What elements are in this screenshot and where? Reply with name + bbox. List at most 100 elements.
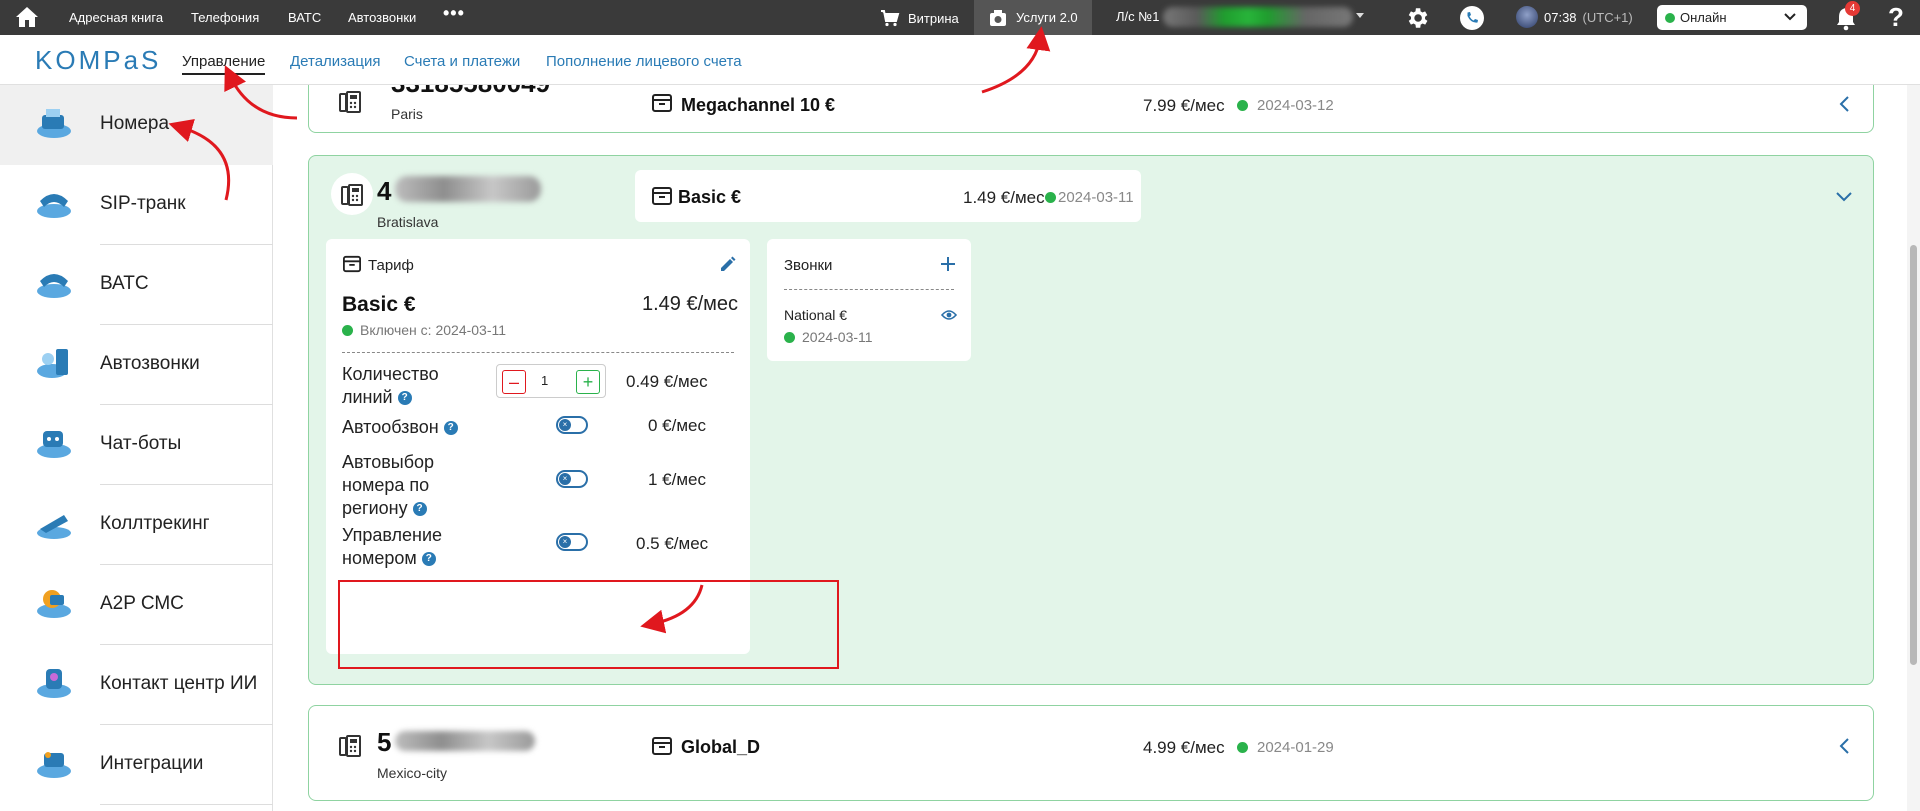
option-price: 0 €/мес bbox=[648, 416, 706, 435]
chevron-down-icon[interactable] bbox=[1835, 191, 1853, 203]
settings-icon[interactable] bbox=[1404, 5, 1430, 34]
autodial-toggle[interactable]: × bbox=[556, 416, 588, 434]
tab-invoices[interactable]: Счета и платежи bbox=[404, 53, 520, 70]
number-card-mexico[interactable]: 5 Mexico-city Global_D 4.99 €/мес 2024-0… bbox=[308, 705, 1874, 801]
nav-address-book[interactable]: Адресная книга bbox=[69, 10, 163, 25]
option-region-label: Автовыбор номера по региону ? bbox=[342, 451, 434, 520]
scrollbar-thumb[interactable] bbox=[1910, 245, 1917, 665]
nav-telephony[interactable]: Телефония bbox=[191, 10, 259, 25]
time: 07:38 bbox=[1544, 9, 1577, 25]
tab-management[interactable]: Управление bbox=[182, 53, 266, 75]
chevron-left-icon[interactable] bbox=[1838, 95, 1850, 113]
help-icon[interactable]: ? bbox=[397, 391, 412, 406]
region-toggle[interactable]: × bbox=[556, 470, 588, 488]
sidebar-item-integrations[interactable]: Интеграции bbox=[0, 725, 273, 805]
phone-number-icon bbox=[339, 735, 361, 757]
nav-vats[interactable]: ВАТС bbox=[288, 10, 321, 25]
sidebar-item-a2p-sms[interactable]: A2P СМС bbox=[0, 565, 273, 645]
highlight-box bbox=[338, 580, 839, 669]
number-card-paris[interactable]: 33185580049 Paris Megachannel 10 € 7.99 … bbox=[308, 85, 1874, 133]
sms-icon bbox=[34, 583, 74, 628]
edit-pencil-icon[interactable] bbox=[719, 255, 737, 273]
sidebar-item-label: A2P СМС bbox=[100, 593, 184, 614]
active-dot-icon bbox=[784, 332, 795, 343]
sidebar-item-calltracking[interactable]: Коллтрекинг bbox=[0, 485, 273, 565]
nav-autocalls[interactable]: Автозвонки bbox=[348, 10, 416, 25]
services-icon bbox=[990, 9, 1006, 26]
help-icon[interactable]: ? bbox=[421, 552, 436, 567]
tariff-panel-header: Тариф bbox=[368, 257, 414, 274]
active-dot-icon bbox=[1237, 742, 1248, 753]
eye-icon[interactable] bbox=[941, 308, 957, 322]
svg-text:?: ? bbox=[1888, 2, 1904, 30]
sidebar-item-vats[interactable]: ВАТС bbox=[0, 245, 273, 325]
sidebar-item-numbers[interactable]: Номера bbox=[0, 85, 273, 165]
home-icon[interactable] bbox=[14, 5, 40, 32]
timezone: (UTC+1) bbox=[1582, 9, 1633, 25]
option-label-line: номером bbox=[342, 548, 417, 568]
online-dot-icon bbox=[1665, 12, 1675, 23]
account-number[interactable]: Л/с №1 bbox=[1116, 9, 1159, 24]
active-dot-icon bbox=[342, 325, 353, 336]
avatar[interactable] bbox=[1516, 6, 1538, 28]
scrollbar[interactable] bbox=[1907, 85, 1920, 811]
sidebar-item-label: Интеграции bbox=[100, 753, 204, 774]
logo[interactable]: KOMPaS bbox=[35, 45, 161, 76]
phone-icon[interactable] bbox=[1459, 5, 1485, 34]
enabled-since: Включен с: 2024-03-11 bbox=[360, 322, 507, 338]
chevron-left-icon[interactable] bbox=[1838, 737, 1850, 755]
toggle-off-icon: × bbox=[559, 419, 571, 431]
phone-number: 33185580049 bbox=[391, 85, 550, 99]
increment-button[interactable]: + bbox=[576, 370, 600, 394]
help-icon[interactable]: ? bbox=[443, 421, 458, 436]
more-menu-button[interactable]: ••• bbox=[443, 3, 465, 24]
tariff-name: Megachannel 10 € bbox=[681, 95, 836, 115]
main-content: 33185580049 Paris Megachannel 10 € 7.99 … bbox=[274, 85, 1900, 811]
help-icon[interactable]: ? bbox=[1886, 2, 1906, 33]
status-select[interactable]: Онлайн bbox=[1657, 5, 1807, 30]
divider bbox=[100, 804, 273, 805]
account-dropdown-icon[interactable] bbox=[1356, 13, 1364, 18]
tariff-summary: Basic € 1.49 €/мес 2024-03-11 bbox=[635, 170, 1141, 222]
option-label-line: Автовыбор bbox=[342, 452, 435, 472]
tab-details[interactable]: Детализация bbox=[290, 53, 381, 70]
sidebar-item-ai-contact-center[interactable]: Контакт центр ИИ bbox=[0, 645, 273, 725]
clock: 07:38 (UTC+1) bbox=[1516, 6, 1633, 28]
city: Paris bbox=[391, 106, 423, 122]
tariff-box-icon bbox=[652, 94, 672, 112]
phone-number-icon bbox=[339, 91, 361, 113]
sidebar-item-label: Контакт центр ИИ bbox=[100, 673, 258, 694]
tariff-panel-name: Basic € bbox=[342, 293, 416, 316]
tab-top-up[interactable]: Пополнение лицевого счета bbox=[546, 53, 742, 70]
sidebar-item-autocalls[interactable]: Автозвонки bbox=[0, 325, 273, 405]
help-icon[interactable]: ? bbox=[412, 502, 427, 517]
tariff-price: 4.99 €/мес bbox=[1143, 738, 1225, 757]
city: Bratislava bbox=[377, 214, 439, 230]
numbers-icon bbox=[34, 103, 74, 148]
tariff-price: 1.49 €/мес bbox=[963, 188, 1045, 207]
active-dot-icon bbox=[1045, 192, 1056, 203]
sidebar-item-label: Коллтрекинг bbox=[100, 513, 210, 534]
vats-icon bbox=[34, 263, 74, 308]
showcase-link[interactable]: Витрина bbox=[880, 9, 959, 27]
option-label-line: номера по bbox=[342, 475, 430, 495]
calltracking-icon bbox=[34, 503, 74, 548]
tariff-date: 2024-03-12 bbox=[1257, 97, 1334, 114]
stepper-value[interactable]: 1 bbox=[541, 373, 548, 388]
city: Mexico-city bbox=[377, 765, 448, 781]
call-tariff-name: National € bbox=[784, 307, 848, 323]
redacted-number bbox=[395, 731, 535, 751]
decrement-button[interactable]: – bbox=[502, 370, 526, 394]
services-tab[interactable]: Услуги 2.0 bbox=[974, 0, 1092, 35]
number-management-toggle[interactable]: × bbox=[556, 533, 588, 551]
phone-number-icon bbox=[341, 184, 363, 206]
calls-panel: Звонки National € 2024-03-11 bbox=[767, 239, 971, 361]
phone-number: 5 bbox=[377, 727, 392, 757]
add-icon[interactable] bbox=[939, 255, 957, 273]
chatbots-icon bbox=[34, 423, 74, 468]
quantity-stepper: – 1 + bbox=[496, 364, 606, 398]
tariff-date: 2024-01-29 bbox=[1257, 739, 1334, 756]
sidebar-item-chatbots[interactable]: Чат-боты bbox=[0, 405, 273, 485]
tariff-price: 7.99 €/мес bbox=[1143, 96, 1225, 115]
sidebar-item-sip-trunk[interactable]: SIP-транк bbox=[0, 165, 273, 245]
